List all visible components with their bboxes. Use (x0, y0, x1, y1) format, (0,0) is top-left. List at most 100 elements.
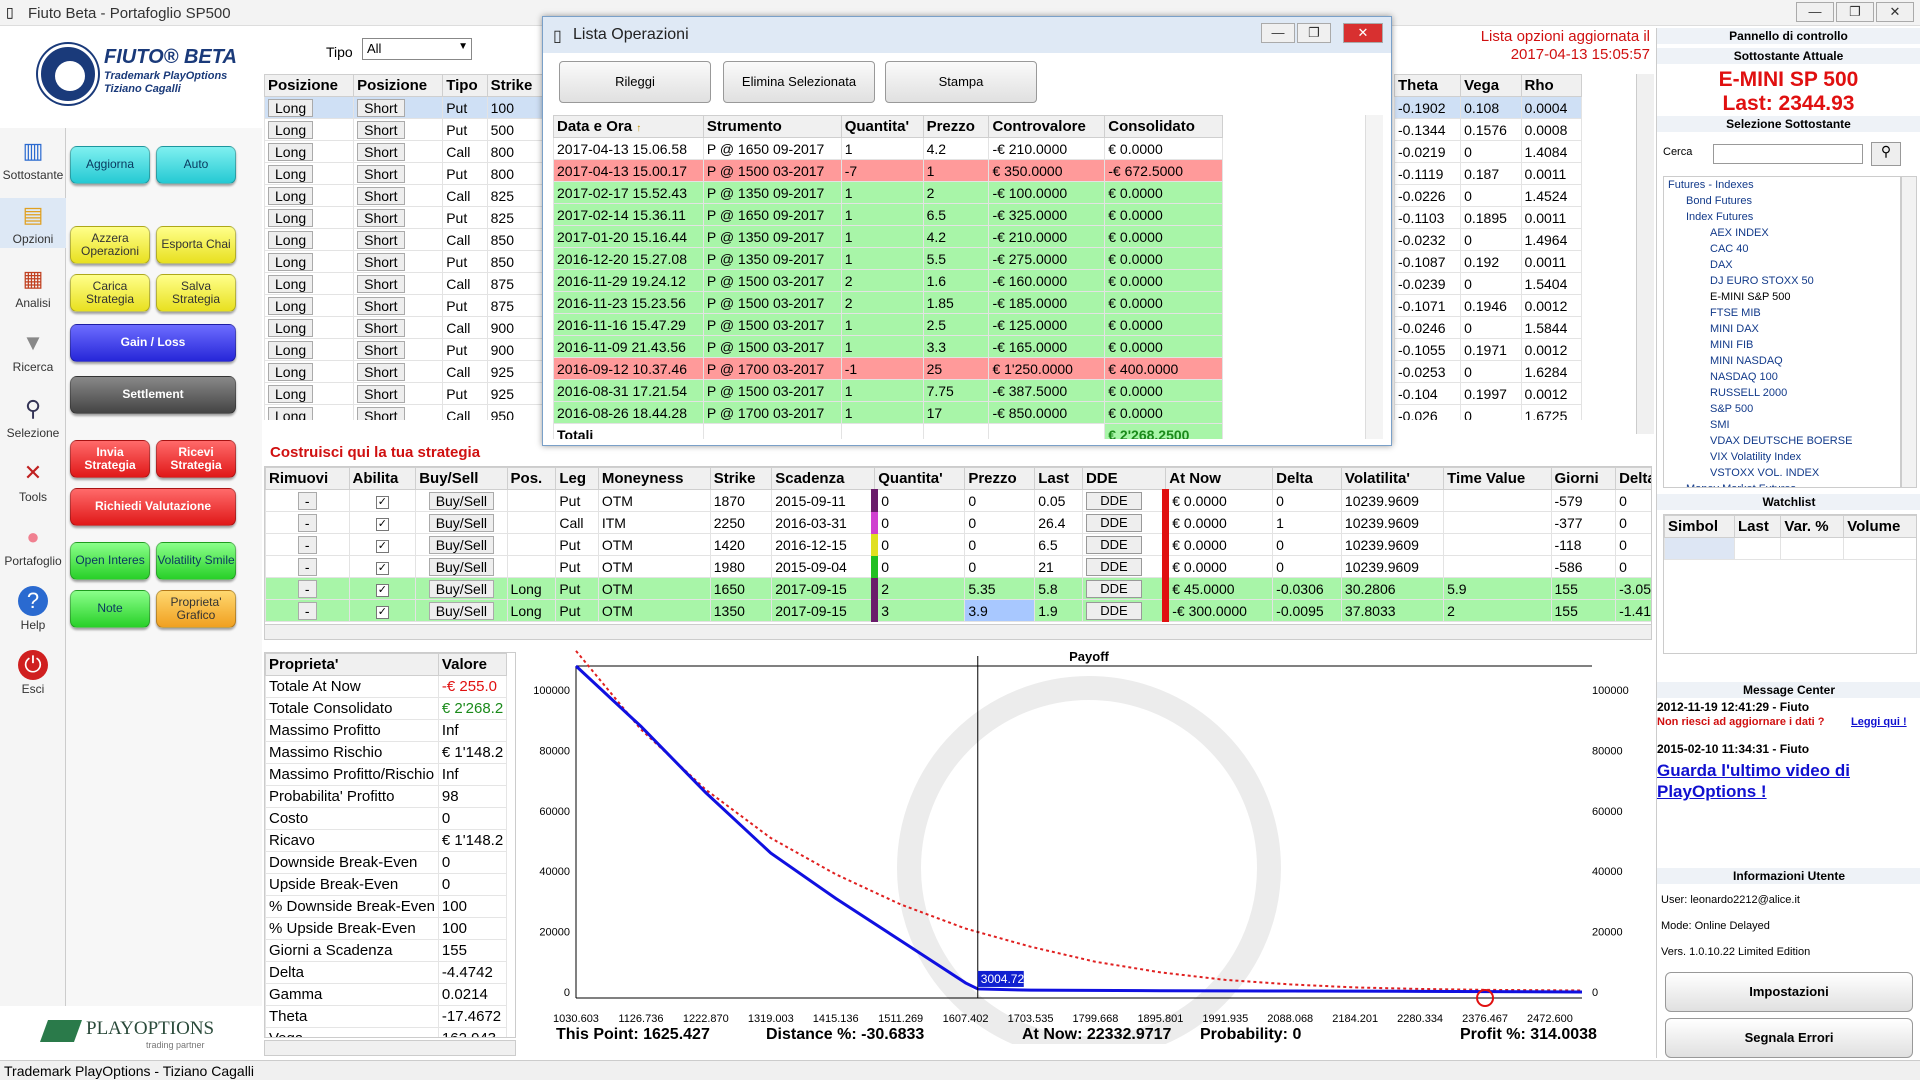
short-button[interactable]: Short (357, 274, 405, 293)
option-row[interactable]: Long Short Put 925 (264, 382, 544, 405)
strategy-row[interactable]: - ✓ Buy/Sell Put OTM 1980 2015-09-04 0 0 21 DDE € 0… (265, 555, 1651, 578)
operation-row[interactable]: 2017-04-13 15.00.17 P @ 1500 03-2017 -7 1 € … (553, 159, 1223, 182)
sidebar-item-selezione[interactable]: ⚲ Selezione (0, 394, 66, 440)
tree-scrollbar[interactable] (1901, 176, 1917, 488)
dialog-minimize-button[interactable]: — (1261, 23, 1295, 43)
option-cell[interactable]: Long (264, 96, 355, 119)
col-data-ora[interactable]: Data e Ora ↑ (553, 115, 704, 138)
underlying-tree[interactable]: Futures - Indexes Bond Futures Index Futur… (1663, 176, 1901, 488)
greeks-row[interactable]: -0.0226 0 1.4524 (1394, 184, 1582, 207)
col-last[interactable]: Last (1733, 515, 1782, 538)
property-row[interactable]: Downside Break-Even 0 (265, 851, 508, 874)
dialog-scrollbar[interactable] (1365, 115, 1383, 439)
operation-row[interactable]: 2016-11-09 21.43.56 P @ 1500 03-2017 1 3.3-… (553, 335, 1223, 358)
long-button[interactable]: Long (268, 274, 314, 293)
long-button[interactable]: Long (268, 340, 314, 359)
option-cell[interactable]: Long (264, 272, 355, 295)
ricevi-strategia-button[interactable]: Ricevi Strategia (156, 440, 236, 478)
option-cell[interactable]: Short (353, 96, 444, 119)
option-row[interactable]: Long Short Call 875 (264, 272, 544, 295)
strategy-hscrollbar[interactable] (264, 624, 1652, 640)
note-button[interactable]: Note (70, 590, 150, 628)
operation-row[interactable]: 2016-08-31 17.21.54 P @ 1500 03-2017 1 7.75… (553, 379, 1223, 402)
strategy-col[interactable]: Scadenza (771, 467, 876, 490)
short-button[interactable]: Short (357, 186, 405, 205)
col-simbol[interactable]: Simbol (1664, 515, 1735, 538)
short-button[interactable]: Short (357, 230, 405, 249)
settlement-button[interactable]: Settlement (70, 376, 236, 414)
greeks-row[interactable]: -0.1119 0.187 0.0011 (1394, 162, 1582, 185)
col-quantita[interactable]: Quantita' (840, 115, 924, 138)
dde-button[interactable]: DDE (1085, 491, 1142, 510)
tree-item[interactable]: MINI NASDAQ (1664, 353, 1900, 369)
col-theta[interactable]: Theta (1394, 74, 1462, 97)
message2-link[interactable]: Guarda l'ultimo video di PlayOptions ! (1657, 760, 1887, 802)
long-button[interactable]: Long (268, 164, 314, 183)
operation-row[interactable]: 2016-11-16 15.47.29 P @ 1500 03-2017 1 2.5-… (553, 313, 1223, 336)
options-scrollbar[interactable] (1636, 74, 1654, 434)
azzera-operazioni-button[interactable]: Azzera Operazioni (70, 226, 150, 264)
strategy-col[interactable]: DDE (1081, 467, 1167, 490)
tree-item[interactable]: S&P 500 (1664, 401, 1900, 417)
option-cell[interactable]: Long (264, 338, 355, 361)
option-cell[interactable]: Long (264, 206, 355, 229)
option-row[interactable]: Long Short Call 825 (264, 184, 544, 207)
option-row[interactable]: Long Short Put 875 (264, 294, 544, 317)
col-posizione-short[interactable]: Posizione (353, 74, 444, 97)
tree-item[interactable]: DAX (1664, 257, 1900, 273)
property-row[interactable]: Gamma 0.0214 (265, 983, 508, 1006)
option-cell[interactable]: Short (353, 228, 444, 251)
short-button[interactable]: Short (357, 208, 405, 227)
option-cell[interactable]: Short (353, 272, 444, 295)
long-button[interactable]: Long (268, 186, 314, 205)
maximize-button[interactable]: ❐ (1836, 2, 1874, 22)
tree-item[interactable]: Futures - Indexes (1664, 177, 1900, 193)
strategy-col[interactable]: Prezzo (964, 467, 1036, 490)
col-valore[interactable]: Valore (437, 653, 508, 676)
aggiorna-button[interactable]: Aggiorna (70, 146, 150, 184)
option-cell[interactable]: Short (353, 140, 444, 163)
property-row[interactable]: Ricavo € 1'148.2 (265, 829, 508, 852)
long-button[interactable]: Long (268, 230, 314, 249)
property-row[interactable]: Totale Consolidato € 2'268.2 (265, 697, 508, 720)
strategy-col[interactable]: Time Value (1443, 467, 1552, 490)
sidebar-item-sottostante[interactable]: ▥ Sottostante (0, 136, 66, 182)
property-row[interactable]: Giorni a Scadenza 155 (265, 939, 508, 962)
search-input[interactable] (1713, 144, 1863, 164)
option-cell[interactable]: Short (353, 382, 444, 405)
remove-button[interactable]: - (297, 491, 317, 510)
gain-loss-button[interactable]: Gain / Loss (70, 324, 236, 362)
option-cell[interactable]: Long (264, 162, 355, 185)
strategy-col[interactable]: Rimuovi (265, 467, 350, 490)
stampa-button[interactable]: Stampa (885, 61, 1037, 103)
strategy-col[interactable]: At Now (1165, 467, 1274, 490)
option-cell[interactable]: Long (264, 228, 355, 251)
tree-item[interactable]: Bond Futures (1664, 193, 1900, 209)
strategy-col[interactable]: Leg (555, 467, 599, 490)
sidebar-item-help[interactable]: ? Help (0, 586, 66, 632)
operation-row[interactable]: 2016-09-12 10.37.46 P @ 1700 03-2017 -1 25 €… (553, 357, 1223, 380)
buy-sell-button[interactable]: Buy/Sell (428, 513, 495, 532)
long-button[interactable]: Long (268, 318, 314, 337)
operation-row[interactable]: 2017-02-14 15.36.11 P @ 1650 09-2017 1 6.5-… (553, 203, 1223, 226)
option-cell[interactable]: Short (353, 294, 444, 317)
minimize-button[interactable]: — (1796, 2, 1834, 22)
greeks-row[interactable]: -0.0239 0 1.5404 (1394, 272, 1582, 295)
long-button[interactable]: Long (268, 406, 314, 420)
buy-sell-button[interactable]: Buy/Sell (428, 557, 495, 576)
enable-checkbox[interactable]: ✓ (375, 562, 389, 575)
tree-item[interactable]: VDAX DEUTSCHE BOERSE (1664, 433, 1900, 449)
option-cell[interactable]: Short (353, 184, 444, 207)
short-button[interactable]: Short (357, 98, 405, 117)
short-button[interactable]: Short (357, 384, 405, 403)
operation-row[interactable]: 2017-01-20 15.16.44 P @ 1350 09-2017 1 4.2-… (553, 225, 1223, 248)
strategy-row[interactable]: - ✓ Buy/Sell Put OTM 1420 2016-12-15 0 0 6.5 DDE € … (265, 533, 1651, 556)
long-button[interactable]: Long (268, 98, 314, 117)
volatility-smile-button[interactable]: Volatility Smile (156, 542, 236, 580)
option-row[interactable]: Long Short Call 900 (264, 316, 544, 339)
segnala-errori-button[interactable]: Segnala Errori (1665, 1018, 1913, 1058)
property-row[interactable]: Theta -17.4672 (265, 1005, 508, 1028)
option-cell[interactable]: Short (353, 118, 444, 141)
option-cell[interactable]: Long (264, 140, 355, 163)
tree-item[interactable]: VSTOXX VOL. INDEX (1664, 465, 1900, 481)
